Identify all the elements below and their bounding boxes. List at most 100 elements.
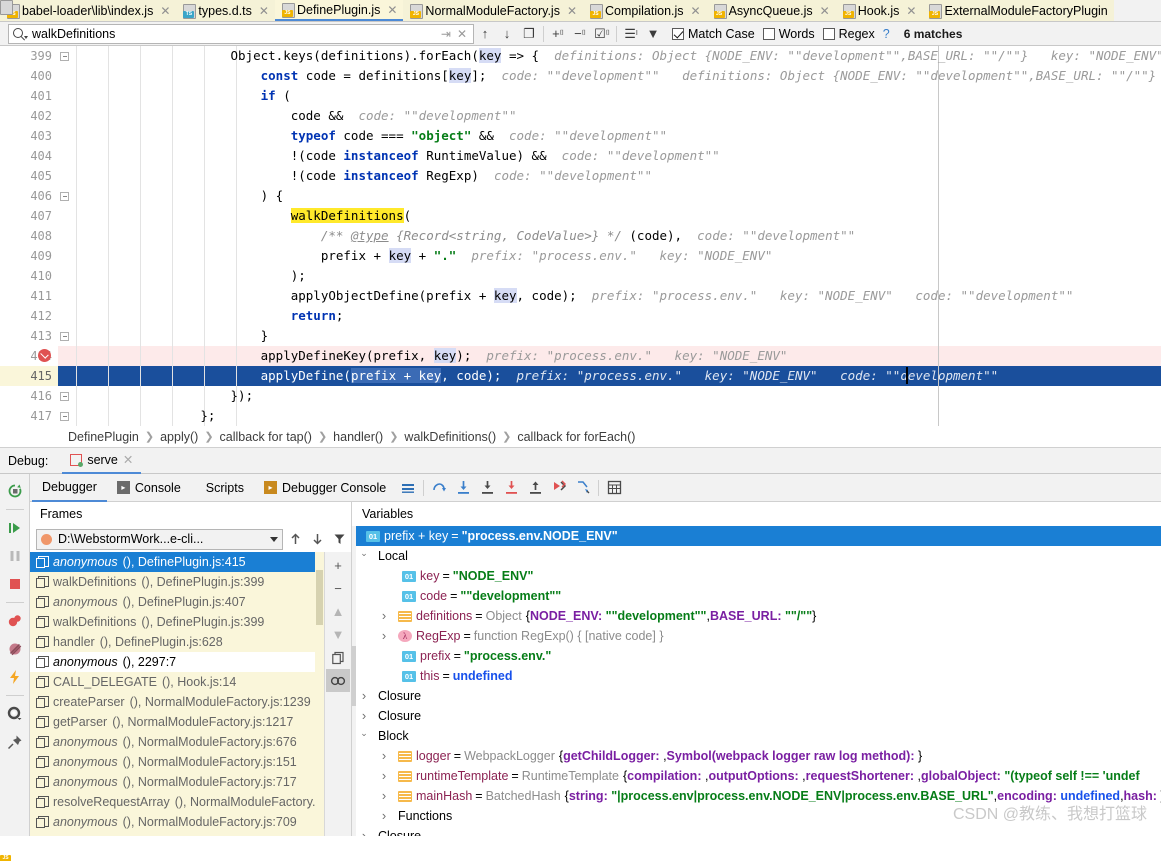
prev-occurrence-icon[interactable]: ↑ — [474, 24, 496, 44]
frame-row[interactable]: getParser (), NormalModuleFactory.js:1217 — [30, 712, 315, 732]
tab-console[interactable]: ▸ Console — [107, 474, 191, 502]
pause-icon[interactable] — [2, 543, 28, 569]
chevron-right-icon[interactable] — [378, 606, 390, 627]
fold-marker[interactable] — [60, 386, 70, 406]
help-icon[interactable]: ? — [883, 27, 890, 41]
select-all-occurrences-alt-icon[interactable]: ☑ ⌷ — [591, 24, 613, 44]
fold-marker[interactable] — [60, 406, 70, 426]
up-arrow-icon[interactable]: ▲ — [326, 600, 350, 623]
variables-scrollbar[interactable] — [352, 526, 356, 836]
frame-down-icon[interactable] — [307, 528, 327, 550]
search-icon[interactable] — [12, 27, 28, 41]
variable-row-regexp[interactable]: λ RegExp = function RegExp() { [native c… — [352, 626, 1161, 646]
breadcrumb-item-callback-for-tap[interactable]: callback for tap() — [220, 430, 312, 444]
frame-row[interactable]: walkDefinitions (), DefinePlugin.js:399 — [30, 572, 315, 592]
frames-list[interactable]: anonymous (), DefinePlugin.js:415 walkDef… — [30, 552, 315, 836]
breadcrumb-item-walkdefinitions[interactable]: walkDefinitions() — [404, 430, 496, 444]
filter-icon[interactable]: ▼ — [642, 24, 664, 44]
frame-up-icon[interactable] — [285, 528, 305, 550]
editor-tab-compilation[interactable]: Compilation.js ✕ — [583, 0, 707, 21]
code-line-416[interactable]: 416 }); — [0, 386, 1161, 406]
stop-icon[interactable] — [2, 571, 28, 597]
variable-row-code[interactable]: 01 code = ""development"" — [352, 586, 1161, 606]
tab-debugger[interactable]: Debugger — [32, 474, 107, 502]
variable-group-functions[interactable]: Functions — [352, 806, 1161, 826]
frame-row[interactable]: anonymous (), 2297:7 — [30, 652, 315, 672]
variable-group-closure-2[interactable]: Closure — [352, 706, 1161, 726]
force-step-into-icon[interactable] — [475, 476, 499, 500]
chevron-right-icon[interactable] — [378, 806, 390, 827]
force-run-icon[interactable] — [2, 664, 28, 690]
code-editor[interactable]: 399 Object.keys(definitions).forEach(key… — [0, 46, 1161, 426]
editor-tab-normalmodulefactory[interactable]: NormalModuleFactory.js ✕ — [403, 0, 584, 21]
code-line-412[interactable]: 412 return; — [0, 306, 1161, 326]
editor-tab-asyncqueue[interactable]: AsyncQueue.js ✕ — [706, 0, 836, 21]
code-line-406[interactable]: 406 ) { — [0, 186, 1161, 206]
step-over-icon[interactable] — [427, 476, 451, 500]
variable-group-block[interactable]: Block — [352, 726, 1161, 746]
chevron-right-icon[interactable] — [378, 746, 390, 767]
chevron-right-icon[interactable] — [378, 766, 390, 787]
filter-icon[interactable] — [329, 528, 349, 550]
layout-settings-icon[interactable] — [396, 476, 420, 500]
drop-frame-icon[interactable] — [571, 476, 595, 500]
frame-row[interactable]: anonymous (), DefinePlugin.js:415 — [30, 552, 315, 572]
code-line-409[interactable]: 409 prefix + key + "." prefix: "process.… — [0, 246, 1161, 266]
variable-group-closure-1[interactable]: Closure — [352, 686, 1161, 706]
select-all-occurrences-icon[interactable]: ❐ — [518, 24, 540, 44]
code-line-414[interactable]: 414 applyDefineKey(prefix, key); prefix:… — [0, 346, 1161, 366]
frame-row[interactable]: anonymous (), NormalModuleFactory.js:151 — [30, 752, 315, 772]
rerun-icon[interactable] — [2, 478, 28, 504]
resume-icon[interactable] — [2, 515, 28, 541]
editor-tab-externalmodulefactoryplugin[interactable]: ExternalModuleFactoryPlugin — [922, 0, 1114, 21]
close-icon[interactable]: ✕ — [387, 4, 397, 16]
tab-debugger-console[interactable]: ▸ Debugger Console — [254, 474, 396, 502]
close-icon[interactable]: ✕ — [259, 5, 269, 17]
frame-row[interactable]: handler (), DefinePlugin.js:628 — [30, 632, 315, 652]
frame-row[interactable]: CALL_DELEGATE (), Hook.js:14 — [30, 672, 315, 692]
words-checkbox[interactable]: Words — [762, 27, 815, 41]
variable-row-prefix[interactable]: 01 prefix = "process.env." — [352, 646, 1161, 666]
settings-icon[interactable] — [2, 701, 28, 727]
copy-icon[interactable] — [326, 646, 350, 669]
match-case-checkbox[interactable]: Match Case — [672, 27, 755, 41]
search-in-selection-icon[interactable]: ☰ I — [620, 24, 642, 44]
close-icon[interactable]: ✕ — [567, 5, 577, 17]
evaluate-expression-icon[interactable] — [602, 476, 626, 500]
minus-icon[interactable]: − — [326, 577, 350, 600]
variable-row-logger[interactable]: logger = WebpackLogger {getChildLogger: … — [352, 746, 1161, 766]
fold-marker[interactable] — [60, 186, 70, 206]
variable-row-prefix-plus-key[interactable]: 01 prefix + key = "process.env.NODE_ENV" — [352, 526, 1161, 546]
variable-row-runtimetemplate[interactable]: runtimeTemplate = RuntimeTemplate {compi… — [352, 766, 1161, 786]
code-line-401[interactable]: 401 if ( — [0, 86, 1161, 106]
search-input[interactable] — [30, 25, 438, 42]
variable-row-mainhash[interactable]: mainHash = BatchedHash {string: "|proces… — [352, 786, 1161, 806]
run-to-cursor-icon[interactable] — [547, 476, 571, 500]
breadcrumb-item-apply[interactable]: apply() — [160, 430, 198, 444]
code-line-405[interactable]: 405 !(code instanceof RegExp) code: ""de… — [0, 166, 1161, 186]
chevron-right-icon[interactable] — [378, 786, 390, 807]
variable-group-local[interactable]: Local — [352, 546, 1161, 566]
view-breakpoints-icon[interactable] — [2, 608, 28, 634]
code-line-415[interactable]: 415 applyDefine(prefix + key, code); pre… — [0, 366, 1161, 386]
code-line-411[interactable]: 411 applyObjectDefine(prefix + key, code… — [0, 286, 1161, 306]
frame-row[interactable]: anonymous (), NormalModuleFactory.js:676 — [30, 732, 315, 752]
breadcrumb-item-handler[interactable]: handler() — [333, 430, 383, 444]
smart-step-into-icon[interactable] — [499, 476, 523, 500]
fold-marker[interactable] — [60, 326, 70, 346]
next-occurrence-icon[interactable]: ↓ — [496, 24, 518, 44]
variable-row-this[interactable]: 01 this = undefined — [352, 666, 1161, 686]
frame-row[interactable]: walkDefinitions (), DefinePlugin.js:399 — [30, 612, 315, 632]
chevron-right-icon[interactable] — [358, 826, 370, 837]
chevron-down-icon[interactable] — [358, 726, 370, 746]
close-icon[interactable]: ✕ — [123, 452, 133, 467]
frame-row[interactable]: createParser (), NormalModuleFactory.js:1… — [30, 692, 315, 712]
code-line-417[interactable]: 417 }; — [0, 406, 1161, 426]
regex-checkbox[interactable]: Regex — [822, 27, 875, 41]
code-line-402[interactable]: 402 code && code: ""development"" — [0, 106, 1161, 126]
variable-row-key[interactable]: 01 key = "NODE_ENV" — [352, 566, 1161, 586]
reset-icon[interactable]: ⇥ — [438, 27, 454, 41]
scrollbar-thumb[interactable] — [352, 646, 356, 706]
frame-row[interactable]: resolveRequestArray (), NormalModuleFacto… — [30, 792, 315, 812]
close-icon[interactable]: ✕ — [820, 5, 830, 17]
